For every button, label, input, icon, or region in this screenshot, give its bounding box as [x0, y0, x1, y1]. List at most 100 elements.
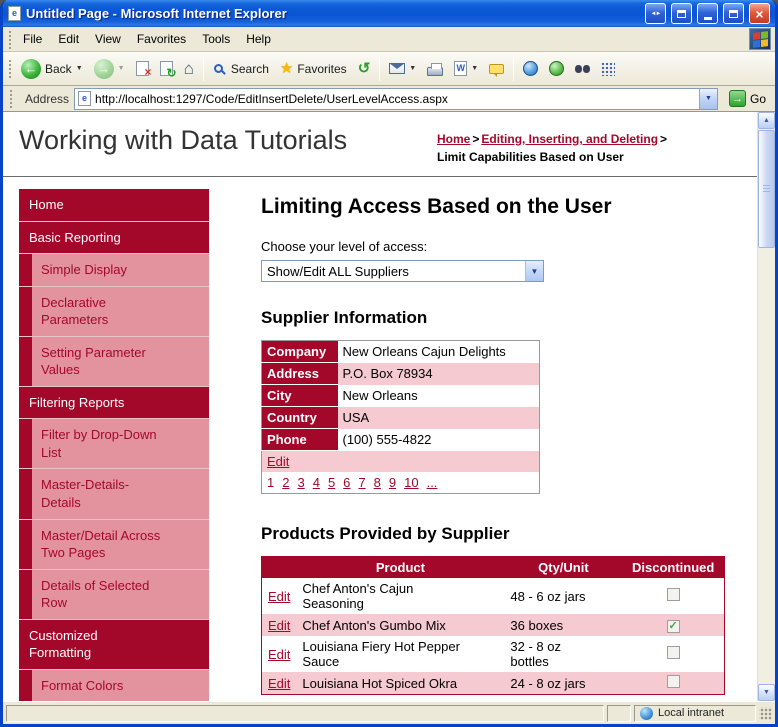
toolbar-grip[interactable]: [9, 89, 13, 108]
discontinued-checkbox[interactable]: ✓: [666, 588, 680, 601]
sidebar-item-customized-formatting[interactable]: Customized Formatting: [19, 620, 209, 670]
discontinued-checkbox[interactable]: ✓: [666, 646, 680, 659]
pager-page-link[interactable]: 6: [343, 475, 350, 490]
pager-ellipsis-link[interactable]: ...: [427, 475, 438, 490]
product-qty: 24 - 8 oz jars: [510, 675, 586, 691]
select-dropdown-button[interactable]: ▼: [525, 261, 543, 281]
pager-page-link[interactable]: 9: [389, 475, 396, 490]
product-edit-link[interactable]: Edit: [268, 676, 290, 691]
address-dropdown-button[interactable]: ▼: [698, 88, 717, 109]
history-button[interactable]: ↺: [353, 58, 376, 79]
field-label: Company: [261, 340, 338, 363]
grid-header-discontinued: Discontinued: [622, 556, 725, 578]
scroll-up-button[interactable]: ▲: [758, 112, 775, 129]
field-value: USA: [342, 410, 370, 425]
menu-edit[interactable]: Edit: [50, 28, 87, 50]
menu-favorites[interactable]: Favorites: [129, 28, 194, 50]
scroll-thumb[interactable]: [758, 130, 775, 248]
close-button[interactable]: ×: [749, 3, 770, 24]
forward-button[interactable]: → ▼: [89, 56, 130, 82]
edit-word-icon: W: [454, 61, 468, 76]
status-message-panel: [6, 704, 604, 722]
field-label: Country: [261, 406, 338, 429]
edit-page-button[interactable]: W ▼: [449, 58, 483, 79]
toolbar-separator: [379, 56, 381, 81]
status-small-panel: [607, 704, 631, 722]
breadcrumb-home-link[interactable]: Home: [437, 132, 470, 146]
refresh-button[interactable]: ↻: [155, 58, 178, 80]
refresh-icon: ↻: [159, 61, 177, 80]
zone-globe-icon: [640, 706, 653, 720]
address-input[interactable]: e http://localhost:1297/Code/EditInsertD…: [74, 87, 718, 110]
go-button[interactable]: → Go: [723, 88, 772, 109]
window-title: Untitled Page - Microsoft Internet Explo…: [26, 6, 287, 21]
products-grid: Product Qty/Unit Discontinued Edit Chef …: [261, 556, 725, 695]
pager-page-link[interactable]: 2: [282, 475, 289, 490]
field-row: Company New Orleans Cajun Delights: [261, 340, 540, 363]
field-row: City New Orleans: [261, 384, 540, 407]
mail-button[interactable]: ▼: [384, 60, 421, 77]
window-extra-button-2[interactable]: [671, 3, 692, 24]
favorites-button[interactable]: ★ Favorites: [275, 58, 352, 79]
supplier-heading: Supplier Information: [261, 308, 428, 327]
mail-icon: [389, 63, 406, 74]
home-button[interactable]: ⌂: [179, 57, 199, 80]
discontinued-checkbox[interactable]: ✓: [666, 620, 680, 633]
resize-grip[interactable]: [759, 706, 772, 720]
menu-tools[interactable]: Tools: [194, 28, 238, 50]
print-button[interactable]: [422, 59, 448, 79]
product-edit-link[interactable]: Edit: [268, 589, 290, 604]
pager-page-link[interactable]: 7: [358, 475, 365, 490]
menu-help[interactable]: Help: [238, 28, 279, 50]
maximize-button[interactable]: [723, 3, 744, 24]
research-button[interactable]: [570, 62, 595, 76]
toolbar-grip[interactable]: [8, 29, 12, 49]
minimize-button[interactable]: [697, 3, 718, 24]
status-zone-label: Local intranet: [658, 707, 725, 719]
field-value: (100) 555-4822: [342, 432, 432, 447]
scroll-up-icon: ▲: [763, 117, 770, 124]
pager-page-link[interactable]: 5: [328, 475, 335, 490]
discuss-button[interactable]: [484, 61, 509, 77]
product-edit-link[interactable]: Edit: [268, 618, 290, 633]
product-name: Louisiana Fiery Hot Pepper Sauce: [302, 639, 460, 669]
field-value: New Orleans: [342, 388, 418, 403]
pager-page-link[interactable]: 4: [313, 475, 320, 490]
pager-page-link[interactable]: 8: [374, 475, 381, 490]
product-qty: 32 - 8 oz bottles: [510, 639, 561, 669]
check-icon: ✓: [668, 620, 678, 632]
menu-file[interactable]: File: [15, 28, 50, 50]
stop-icon: ×: [135, 61, 152, 79]
vertical-scrollbar[interactable]: ▲ ▼: [757, 112, 775, 701]
back-button[interactable]: ← Back ▼: [16, 56, 88, 82]
body-row: Home Basic Reporting Simple Display Decl…: [3, 177, 757, 701]
pager-page-link[interactable]: 3: [297, 475, 304, 490]
stop-button[interactable]: ×: [131, 58, 154, 79]
window-extra-button-1[interactable]: ◄►: [645, 3, 666, 24]
menu-view[interactable]: View: [87, 28, 129, 50]
web-globe-button[interactable]: [518, 58, 543, 79]
grid-tool-button[interactable]: [596, 59, 620, 79]
supplier-edit-link[interactable]: Edit: [267, 454, 289, 469]
breadcrumb-section-link[interactable]: Editing, Inserting, and Deleting: [481, 132, 658, 146]
minimize-icon: [703, 17, 712, 20]
toolbar-grip[interactable]: [8, 59, 12, 78]
access-level-select[interactable]: Show/Edit ALL Suppliers ▼: [261, 260, 544, 282]
search-button[interactable]: Search: [208, 59, 274, 79]
titlebar[interactable]: e Untitled Page - Microsoft Internet Exp…: [3, 0, 775, 27]
select-value: Show/Edit ALL Suppliers: [267, 263, 409, 279]
product-name: Chef Anton's Gumbo Mix: [302, 617, 446, 633]
browser-viewport: Working with Data Tutorials Home > Editing…: [3, 112, 775, 701]
pager-page-link[interactable]: 10: [404, 475, 418, 490]
messenger-button[interactable]: [544, 58, 569, 79]
pager-current-page: 1: [267, 475, 275, 490]
sidebar-item-basic-reporting[interactable]: Basic Reporting: [19, 222, 209, 255]
sidebar-item-filtering-reports[interactable]: Filtering Reports: [19, 387, 209, 420]
sidebar-item-home[interactable]: Home: [19, 189, 209, 222]
product-qty: 48 - 6 oz jars: [510, 588, 586, 604]
scroll-down-button[interactable]: ▼: [758, 684, 775, 701]
discontinued-checkbox[interactable]: ✓: [666, 675, 680, 688]
windows-logo-icon: [749, 28, 771, 50]
go-label: Go: [749, 91, 766, 106]
product-edit-link[interactable]: Edit: [268, 647, 290, 662]
